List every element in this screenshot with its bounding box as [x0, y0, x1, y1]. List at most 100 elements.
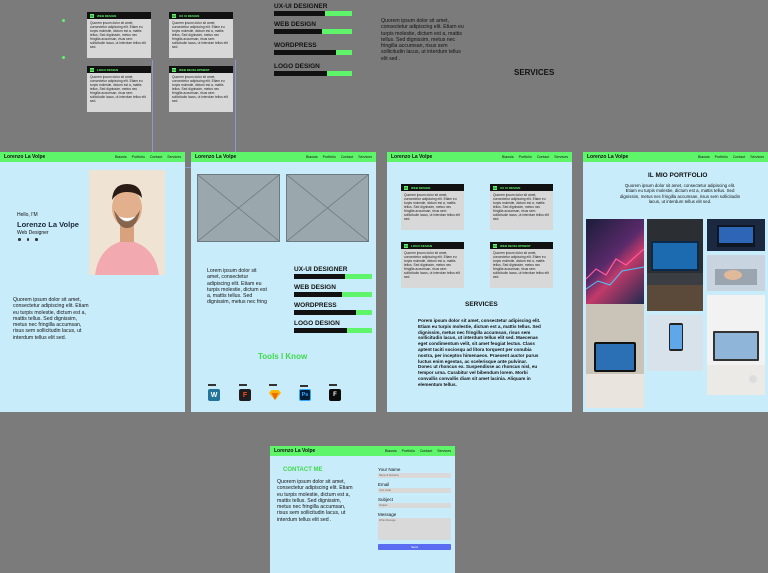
navbar: Lorenzo La Volpe Biaosis Portfolio Conta… — [191, 152, 376, 162]
services-title: SERVICES — [514, 68, 555, 77]
portfolio-image[interactable] — [707, 219, 765, 251]
hello-text: Hello, I'M — [17, 212, 38, 218]
nav-link-biaosis[interactable]: Biaosis — [385, 449, 397, 453]
card-title: LOGO DESIGN — [97, 67, 119, 72]
service-card: 01 WEB DESIGN Quorem ipsum dolor sit amet… — [401, 184, 464, 230]
card-number: 01 — [90, 13, 94, 18]
skills-block: UX-UI DESIGNER WEB DESIGN WORDPRESS LOGO… — [274, 3, 352, 81]
frame-contact: Lorenzo La Volpe Biaosis Portfolio Conta… — [270, 446, 455, 573]
photoshop-icon: Ps — [299, 385, 311, 401]
nav-link-contact[interactable]: Contact — [341, 155, 353, 159]
nav-link-biaosis[interactable]: Biaosis — [306, 155, 318, 159]
skills-intro-text: Lorem ipsum dolor sit amet, consectetur … — [207, 268, 267, 306]
card-title: WEB DESIGN — [97, 13, 117, 18]
contact-form: Your Name Name & Surname Email Your emai… — [378, 467, 451, 550]
contact-title: CONTACT ME — [283, 467, 323, 473]
nav-link-portfolio[interactable]: Portfolio — [132, 155, 145, 159]
anchor-dot — [62, 56, 65, 59]
skill-bar — [294, 292, 372, 297]
portfolio-title: IL MIO PORTFOLIO — [648, 172, 708, 179]
skill-bar — [274, 50, 352, 55]
skill-label: WORDPRESS — [274, 42, 317, 49]
intro-paragraph: Quorem ipsum dolor sit amet, consectetur… — [381, 18, 464, 62]
nav-link-services[interactable]: Services — [750, 155, 764, 159]
frame-services: Lorenzo La Volpe Biaosis Portfolio Conta… — [387, 152, 572, 412]
profile-photo — [89, 170, 165, 275]
nav-link-contact[interactable]: Contact — [733, 155, 745, 159]
card-number: 03 — [90, 67, 94, 72]
nav-link-contact[interactable]: Contact — [537, 155, 549, 159]
skill-bar — [294, 328, 372, 333]
name-field[interactable]: Name & Surname — [378, 473, 451, 478]
skill-label: UX-UI DESIGNER — [294, 266, 348, 273]
nav-link-biaosis[interactable]: Biaosis — [115, 155, 127, 159]
wordpress-icon: W — [208, 384, 220, 401]
portfolio-image[interactable] — [586, 219, 644, 305]
frame-hero: Lorenzo La Volpe Biaosis Portfolio Conta… — [0, 152, 185, 412]
name-label: Your Name — [378, 467, 401, 472]
anchor-dot — [62, 19, 65, 22]
nav-link-portfolio[interactable]: Portfolio — [715, 155, 728, 159]
send-button[interactable]: Send — [378, 544, 451, 550]
social-icon[interactable] — [35, 238, 38, 241]
brand-logo[interactable]: Lorenzo La Volpe — [195, 154, 236, 160]
about-text: Quorem ipsum dolor sit amet, consectetur… — [13, 297, 89, 341]
service-card: 04 WEB DEVELOPMENT Quorem ipsum dolor sit… — [490, 242, 553, 288]
portfolio-image[interactable] — [707, 255, 765, 291]
nav-link-contact[interactable]: Contact — [150, 155, 162, 159]
nav-link-portfolio[interactable]: Portfolio — [323, 155, 336, 159]
skill-label: LOGO DESIGN — [274, 63, 320, 70]
portfolio-image[interactable] — [586, 304, 644, 408]
nav-link-services[interactable]: Services — [554, 155, 568, 159]
skill-bar — [274, 71, 352, 76]
framer-icon: F — [329, 384, 341, 401]
skill-label: UX-UI DESIGNER — [274, 3, 328, 10]
brand-logo[interactable]: Lorenzo La Volpe — [587, 154, 628, 160]
card-body: Quorem ipsum dolor sit amet, consectetur… — [172, 21, 228, 49]
services-text: Porem ipsum dolor sit amet, consectetur … — [418, 318, 541, 387]
email-label: Email — [378, 482, 390, 487]
brand-logo[interactable]: Lorenzo La Volpe — [391, 154, 432, 160]
navbar: Lorenzo La Volpe Biaosis Portfolio Conta… — [0, 152, 185, 162]
nav-link-biaosis[interactable]: Biaosis — [502, 155, 514, 159]
navbar: Lorenzo La Volpe Biaosis Portfolio Conta… — [387, 152, 572, 162]
service-card: 03 LOGO DESIGN Quorem ipsum dolor sit ame… — [401, 242, 464, 288]
image-placeholder — [197, 174, 280, 242]
nav-link-contact[interactable]: Contact — [420, 449, 432, 453]
brand-logo[interactable]: Lorenzo La Volpe — [274, 448, 315, 454]
social-icon[interactable] — [18, 238, 21, 241]
tools-title: Tools I Know — [258, 352, 308, 361]
figma-icon: F — [239, 384, 251, 401]
subject-field[interactable]: Subject — [378, 503, 451, 508]
services-title: SERVICES — [465, 301, 498, 308]
skill-label: WEB DESIGN — [294, 284, 336, 291]
subject-label: Subject — [378, 497, 394, 502]
frame-skills: Lorenzo La Volpe Biaosis Portfolio Conta… — [191, 152, 376, 412]
portfolio-image[interactable] — [707, 295, 765, 395]
hero-name: Lorenzo La Volpe — [17, 220, 79, 229]
navbar: Lorenzo La Volpe Biaosis Portfolio Conta… — [270, 446, 455, 456]
service-card: 02 UX UI DESIGN Quorem ipsum dolor sit am… — [490, 184, 553, 230]
card-number: 02 — [172, 13, 176, 18]
card-body: Quorem ipsum dolor sit amet, consectetur… — [90, 75, 146, 103]
social-icons — [18, 238, 38, 241]
skill-label: WORDPRESS — [294, 302, 337, 309]
message-field[interactable]: Write Message — [378, 518, 451, 540]
portfolio-image[interactable] — [647, 315, 703, 371]
portfolio-text: Quorem ipsum dolor sit amet, consectetur… — [619, 183, 741, 205]
contact-text: Quorem ipsum dolor sit amet, consectetur… — [277, 479, 353, 523]
nav-link-services[interactable]: Services — [358, 155, 372, 159]
brand-logo[interactable]: Lorenzo La Volpe — [4, 154, 45, 160]
nav-link-portfolio[interactable]: Portfolio — [519, 155, 532, 159]
skill-label: WEB DESIGN — [274, 21, 316, 28]
nav-link-services[interactable]: Services — [167, 155, 181, 159]
email-field[interactable]: Your email — [378, 488, 451, 493]
skill-label: LOGO DESIGN — [294, 320, 340, 327]
social-icon[interactable] — [26, 238, 29, 241]
nav-link-biaosis[interactable]: Biaosis — [698, 155, 710, 159]
nav-link-services[interactable]: Services — [437, 449, 451, 453]
portfolio-image[interactable] — [647, 219, 703, 311]
hero-role: Web Designer — [17, 230, 49, 236]
nav-link-portfolio[interactable]: Portfolio — [402, 449, 415, 453]
message-label: Message — [378, 512, 397, 517]
